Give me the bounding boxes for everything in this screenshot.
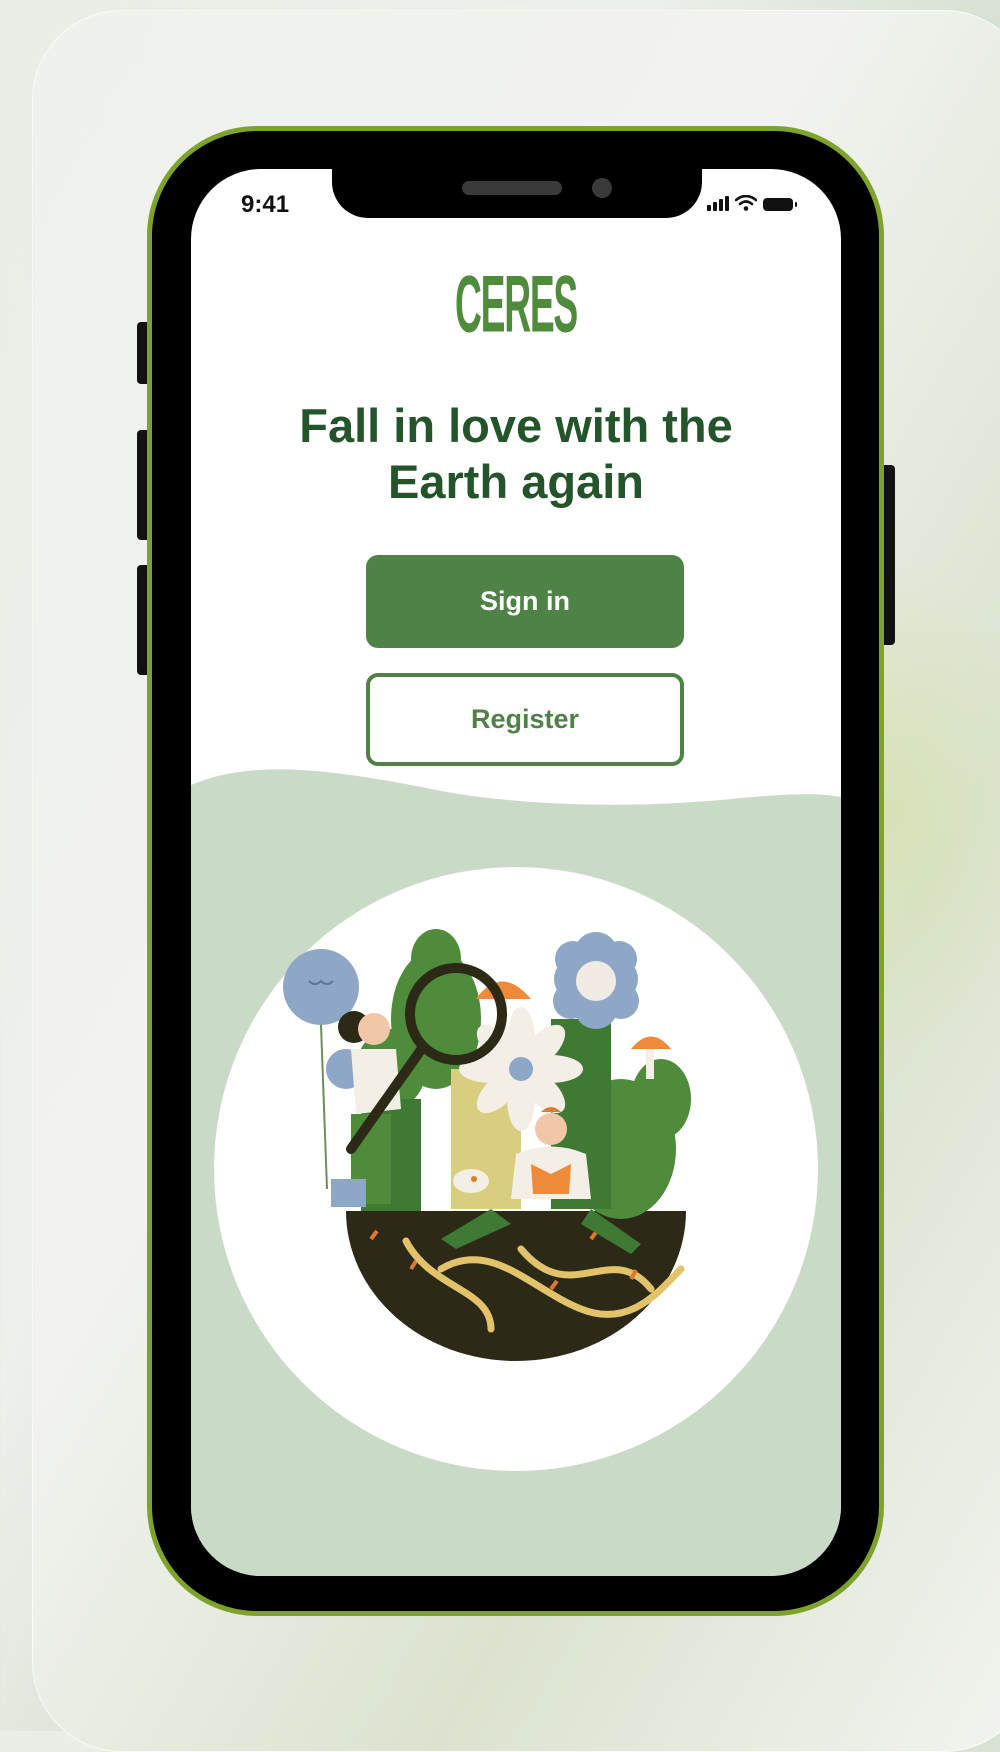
sign-in-button[interactable]: Sign in bbox=[366, 555, 684, 648]
headline-line-1: Fall in love with the bbox=[299, 399, 733, 452]
phone-screen: 9:41 CERES Fall in love with the Earth a… bbox=[191, 169, 841, 1576]
register-button[interactable]: Register bbox=[366, 673, 684, 766]
illustration-area bbox=[191, 769, 841, 1576]
front-camera-icon bbox=[592, 178, 612, 198]
status-bar-icons bbox=[707, 195, 797, 211]
battery-icon bbox=[763, 198, 797, 211]
wifi-icon bbox=[735, 195, 757, 211]
welcome-headline: Fall in love with the Earth again bbox=[191, 398, 841, 510]
status-bar-time: 9:41 bbox=[241, 191, 290, 218]
speaker-icon bbox=[462, 181, 562, 195]
headline-line-2: Earth again bbox=[388, 455, 644, 508]
signal-icon bbox=[707, 196, 729, 211]
app-logo: CERES bbox=[455, 258, 578, 349]
